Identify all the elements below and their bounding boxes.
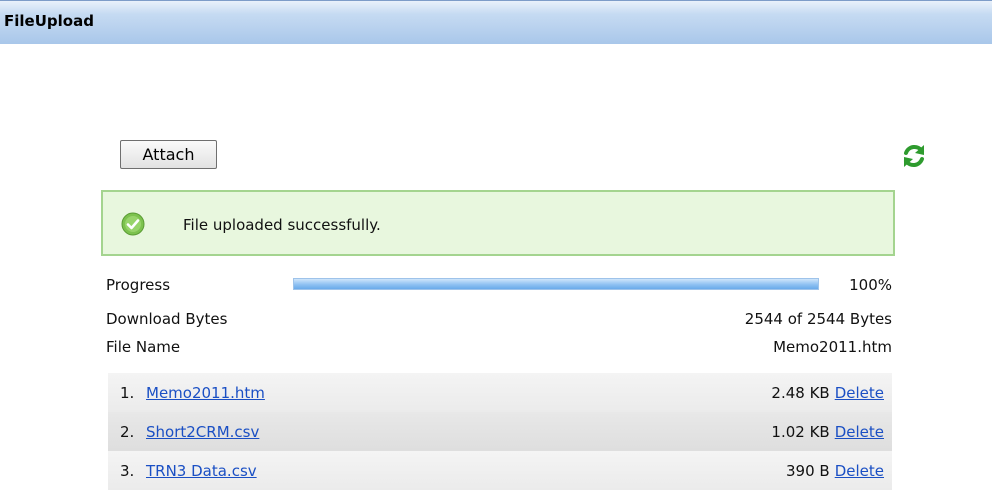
file-name-label: File Name xyxy=(106,338,181,356)
delete-link[interactable]: Delete xyxy=(835,423,884,441)
file-index: 1. xyxy=(120,383,135,402)
file-index: 2. xyxy=(120,422,135,441)
success-message-box: File uploaded successfully. xyxy=(101,190,895,256)
progress-bar-fill xyxy=(294,279,818,289)
file-size: 1.02 KB xyxy=(771,422,830,441)
file-link[interactable]: TRN3 Data.csv xyxy=(146,462,257,480)
file-size: 390 B xyxy=(786,461,830,480)
file-row: 1. Memo2011.htm 2.48 KB Delete xyxy=(108,373,892,412)
attach-button[interactable]: Attach xyxy=(120,140,217,169)
file-name-value: Memo2011.htm xyxy=(773,338,892,356)
file-index: 3. xyxy=(120,461,135,480)
download-bytes-value: 2544 of 2544 Bytes xyxy=(744,310,892,328)
progress-bar xyxy=(293,278,819,290)
success-message: File uploaded successfully. xyxy=(183,216,381,234)
file-row: 2. Short2CRM.csv 1.02 KB Delete xyxy=(108,412,892,451)
file-row: 3. TRN3 Data.csv 390 B Delete xyxy=(108,451,892,490)
delete-link[interactable]: Delete xyxy=(835,384,884,402)
check-circle-icon xyxy=(121,212,145,236)
window-title: FileUpload xyxy=(4,12,94,30)
file-size: 2.48 KB xyxy=(771,383,830,402)
progress-label: Progress xyxy=(106,276,171,294)
file-link[interactable]: Memo2011.htm xyxy=(146,384,265,402)
download-bytes-label: Download Bytes xyxy=(106,310,228,328)
title-bar: FileUpload xyxy=(0,0,992,44)
progress-percent: 100% xyxy=(849,276,892,294)
delete-link[interactable]: Delete xyxy=(835,462,884,480)
file-link[interactable]: Short2CRM.csv xyxy=(146,423,259,441)
file-list: 1. Memo2011.htm 2.48 KB Delete 2. Short2… xyxy=(108,373,892,490)
refresh-icon[interactable] xyxy=(900,142,928,170)
